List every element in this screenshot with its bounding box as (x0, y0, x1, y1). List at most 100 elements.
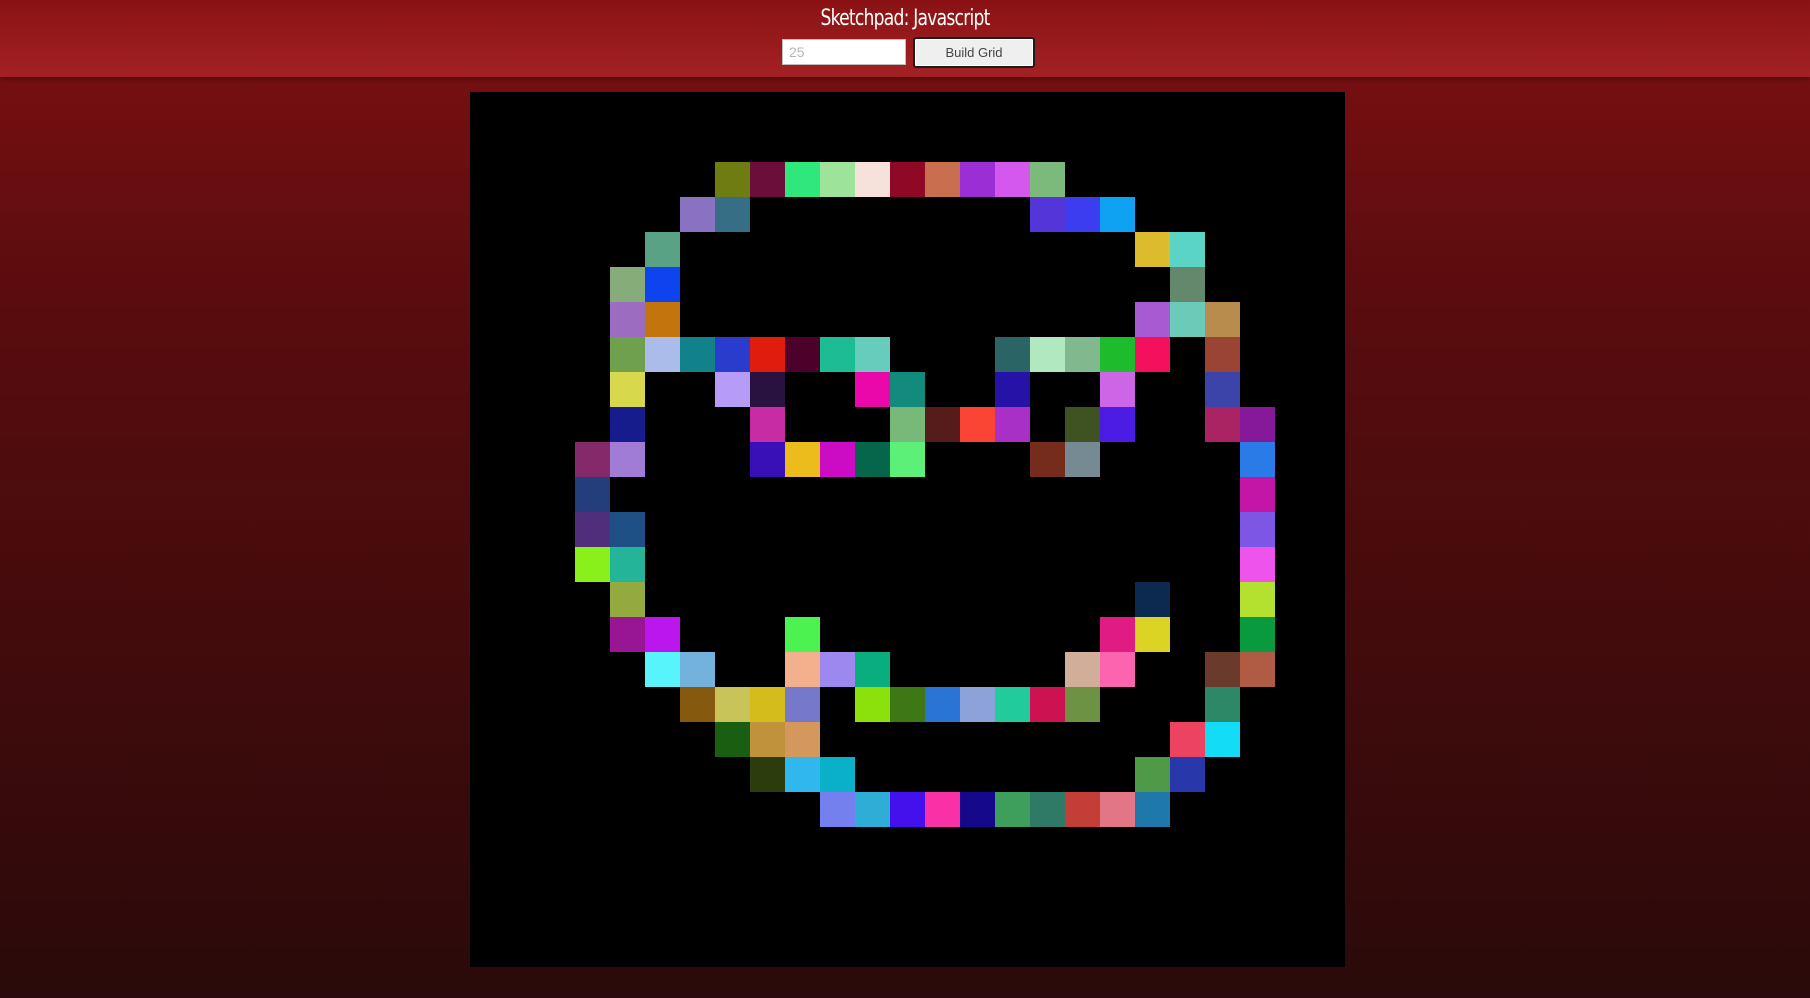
grid-cell[interactable] (925, 687, 960, 722)
grid-cell[interactable] (610, 372, 645, 407)
grid-cell[interactable] (785, 442, 820, 477)
grid-cell[interactable] (855, 442, 890, 477)
grid-size-input[interactable] (782, 39, 906, 65)
grid-cell[interactable] (645, 267, 680, 302)
grid-cell[interactable] (855, 162, 890, 197)
grid-cell[interactable] (680, 197, 715, 232)
grid-cell[interactable] (785, 337, 820, 372)
grid-cell[interactable] (1135, 232, 1170, 267)
grid-cell[interactable] (1065, 407, 1100, 442)
grid-cell[interactable] (750, 757, 785, 792)
grid-cell[interactable] (820, 792, 855, 827)
grid-cell[interactable] (855, 372, 890, 407)
grid-cell[interactable] (1170, 232, 1205, 267)
grid-cell[interactable] (1135, 617, 1170, 652)
grid-cell[interactable] (890, 687, 925, 722)
grid-cell[interactable] (855, 687, 890, 722)
grid-cell[interactable] (750, 687, 785, 722)
grid-cell[interactable] (610, 302, 645, 337)
grid-cell[interactable] (1240, 442, 1275, 477)
grid-cell[interactable] (750, 372, 785, 407)
grid-cell[interactable] (1100, 197, 1135, 232)
grid-cell[interactable] (1030, 442, 1065, 477)
grid-cell[interactable] (1205, 687, 1240, 722)
grid-cell[interactable] (890, 792, 925, 827)
grid-cell[interactable] (960, 407, 995, 442)
grid-cell[interactable] (960, 792, 995, 827)
grid-cell[interactable] (785, 757, 820, 792)
grid-cell[interactable] (575, 512, 610, 547)
grid-cell[interactable] (1135, 302, 1170, 337)
grid-cell[interactable] (785, 652, 820, 687)
grid-cell[interactable] (575, 442, 610, 477)
grid-cell[interactable] (645, 652, 680, 687)
grid-cell[interactable] (610, 582, 645, 617)
grid-cell[interactable] (715, 722, 750, 757)
grid-cell[interactable] (750, 722, 785, 757)
grid-cell[interactable] (995, 792, 1030, 827)
grid-cell[interactable] (1240, 512, 1275, 547)
grid-cell[interactable] (715, 162, 750, 197)
grid-cell[interactable] (890, 372, 925, 407)
grid-cell[interactable] (890, 442, 925, 477)
grid-cell[interactable] (680, 337, 715, 372)
grid-cell[interactable] (645, 337, 680, 372)
grid-cell[interactable] (750, 442, 785, 477)
grid-cell[interactable] (645, 302, 680, 337)
grid-cell[interactable] (995, 337, 1030, 372)
grid-cell[interactable] (1205, 722, 1240, 757)
grid-cell[interactable] (750, 162, 785, 197)
build-grid-button[interactable]: Build Grid (913, 37, 1035, 68)
grid-cell[interactable] (1205, 372, 1240, 407)
grid-cell[interactable] (890, 407, 925, 442)
grid-cell[interactable] (995, 687, 1030, 722)
grid-cell[interactable] (785, 687, 820, 722)
grid-cell[interactable] (820, 162, 855, 197)
grid-cell[interactable] (715, 687, 750, 722)
grid-cell[interactable] (1030, 197, 1065, 232)
grid-cell[interactable] (1100, 792, 1135, 827)
grid-cell[interactable] (715, 337, 750, 372)
grid-cell[interactable] (960, 687, 995, 722)
grid-cell[interactable] (575, 477, 610, 512)
grid-cell[interactable] (645, 617, 680, 652)
grid-cell[interactable] (1030, 687, 1065, 722)
grid-cell[interactable] (1065, 197, 1100, 232)
grid-cell[interactable] (1065, 442, 1100, 477)
grid-cell[interactable] (610, 337, 645, 372)
grid-cell[interactable] (610, 617, 645, 652)
grid-cell[interactable] (855, 652, 890, 687)
grid-cell[interactable] (785, 162, 820, 197)
grid-cell[interactable] (610, 267, 645, 302)
grid-cell[interactable] (820, 757, 855, 792)
grid-cell[interactable] (1205, 302, 1240, 337)
grid-cell[interactable] (1065, 687, 1100, 722)
grid-cell[interactable] (820, 652, 855, 687)
grid-cell[interactable] (785, 617, 820, 652)
grid-cell[interactable] (1205, 652, 1240, 687)
grid-cell[interactable] (1065, 792, 1100, 827)
grid-cell[interactable] (855, 337, 890, 372)
sketch-grid[interactable] (470, 92, 1345, 967)
grid-cell[interactable] (1170, 722, 1205, 757)
grid-cell[interactable] (1240, 407, 1275, 442)
grid-cell[interactable] (925, 407, 960, 442)
grid-cell[interactable] (645, 232, 680, 267)
grid-cell[interactable] (960, 162, 995, 197)
grid-cell[interactable] (1170, 757, 1205, 792)
grid-cell[interactable] (715, 197, 750, 232)
grid-cell[interactable] (680, 687, 715, 722)
grid-cell[interactable] (1100, 372, 1135, 407)
grid-cell[interactable] (785, 722, 820, 757)
grid-cell[interactable] (1030, 337, 1065, 372)
grid-cell[interactable] (610, 547, 645, 582)
grid-cell[interactable] (925, 792, 960, 827)
grid-cell[interactable] (610, 407, 645, 442)
grid-cell[interactable] (715, 372, 750, 407)
grid-cell[interactable] (820, 337, 855, 372)
grid-cell[interactable] (575, 547, 610, 582)
grid-cell[interactable] (1065, 337, 1100, 372)
grid-cell[interactable] (1240, 547, 1275, 582)
grid-cell[interactable] (750, 407, 785, 442)
grid-cell[interactable] (995, 162, 1030, 197)
